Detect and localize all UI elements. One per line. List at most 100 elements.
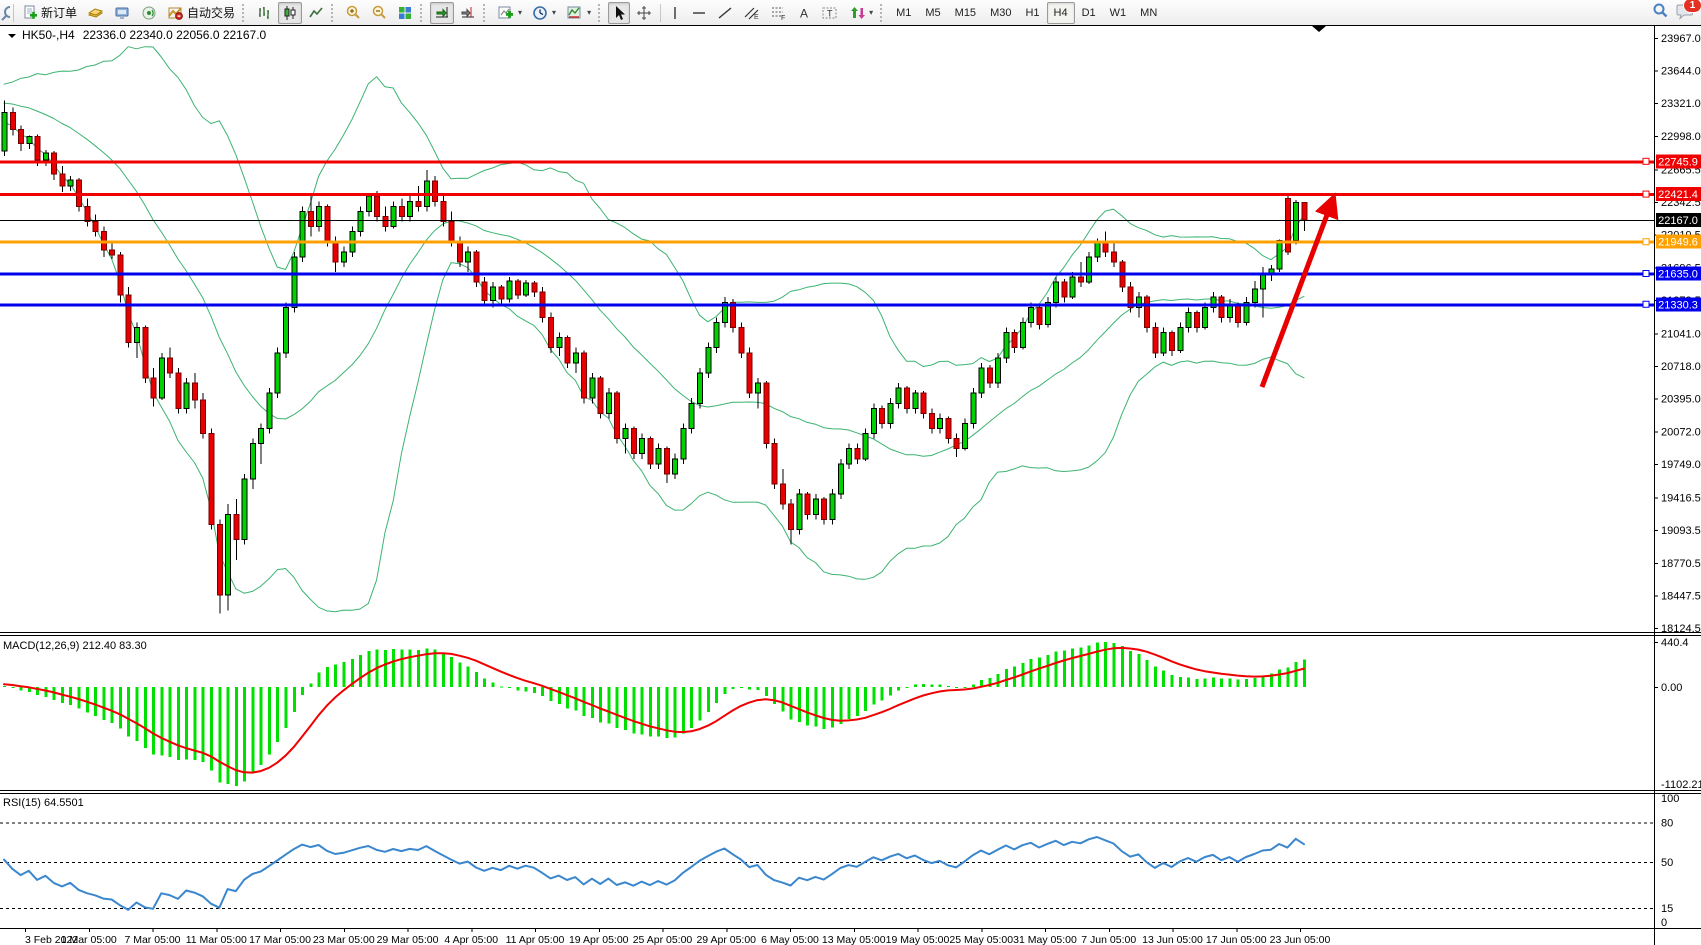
cursor-tool-button[interactable] [608,2,630,24]
timeframe-button-d1[interactable]: D1 [1075,2,1103,24]
rsi-axis-label: 0 [1661,917,1667,929]
svg-text:21330.3: 21330.3 [1658,299,1698,311]
timeframe-bar: M1M5M15M30H1H4D1W1MN [889,2,1164,24]
svg-text:F: F [781,15,785,21]
market-button[interactable] [83,2,108,24]
new-chart-icon[interactable] [0,5,10,21]
zoom-out-button[interactable] [367,2,391,24]
time-axis-label: 7 Mar 05:00 [124,934,180,945]
price-axis-label: 19749.0 [1661,459,1701,471]
autotrading-button[interactable]: 自动交易 [163,2,239,24]
hline-price-tag[interactable]: 22167.0 [1656,213,1701,227]
new-order-icon [22,5,38,21]
hline-price-tag[interactable]: 21949.6 [1656,235,1701,249]
hline-price-tag[interactable]: 21635.0 [1656,266,1701,280]
vertical-line-tool-button[interactable] [665,2,685,24]
auto-scroll-button[interactable] [430,2,454,24]
chart-shift-button[interactable] [456,2,480,24]
indicators-icon [497,5,514,21]
bar-chart-type-button[interactable] [252,2,276,24]
periods-button[interactable]: ▾ [528,2,560,24]
signals-button[interactable] [137,2,161,24]
bar-chart-icon [256,5,272,21]
crosshair-tool-button[interactable] [632,2,656,24]
candlestick-chart-icon [282,5,298,21]
time-axis-label: 1 Mar 05:00 [61,934,117,945]
rsi-label: RSI(15) 64.5501 [3,797,84,809]
hline-anchor[interactable] [1643,301,1649,307]
price-axis-label: 20072.0 [1661,426,1701,438]
channel-tool-button[interactable]: E [739,2,764,24]
hline-price-tag[interactable]: 22421.4 [1656,187,1701,201]
chart-title: HK50-,H422336.0 22340.0 22056.0 22167.0 [8,28,267,42]
line-chart-icon [308,5,324,21]
macd-label: MACD(12,26,9) 212.40 83.30 [3,640,147,652]
zoom-in-icon [345,5,361,21]
hline-anchor[interactable] [1643,239,1649,245]
chart-shift-marker[interactable] [1312,26,1326,32]
timeframe-button-m1[interactable]: M1 [889,2,918,24]
tile-windows-button[interactable] [393,2,417,24]
search-icon[interactable] [1651,2,1669,23]
chart-area[interactable]: 23967.023644.023321.022998.022665.522342… [0,25,1701,945]
price-axis-label: 21041.0 [1661,328,1701,340]
time-axis-label: 19 Apr 05:00 [569,934,629,945]
horizontal-line-tool-button[interactable] [687,2,711,24]
main-toolbar: 新订单 自动交易 [0,0,1701,26]
terminal-icon [114,5,131,21]
indicators-button[interactable]: ▾ [493,2,526,24]
trendline-tool-button[interactable] [713,2,737,24]
timeframe-button-m30[interactable]: M30 [983,2,1018,24]
price-axis-label: 23321.0 [1661,98,1701,110]
svg-text:22421.4: 22421.4 [1658,189,1698,201]
price-axis-label: 19093.5 [1661,525,1701,537]
hline-price-tag[interactable]: 22745.9 [1656,154,1701,168]
signals-icon [141,5,157,21]
svg-text:A: A [800,6,808,20]
timeframe-button-h1[interactable]: H1 [1018,2,1046,24]
notification-icon[interactable]: 1 [1675,2,1695,23]
templates-button[interactable]: ▾ [562,2,595,24]
hline-anchor[interactable] [1643,158,1649,164]
rsi-axis-label: 80 [1661,817,1673,829]
time-axis-label: 13 May 05:00 [822,934,886,945]
line-chart-type-button[interactable] [304,2,328,24]
time-axis-label: 11 Mar 05:00 [186,934,247,945]
terminal-button[interactable] [110,2,135,24]
candlestick-chart-type-button[interactable] [278,2,302,24]
zoom-out-icon [371,5,387,21]
timeframe-button-mn[interactable]: MN [1133,2,1164,24]
zoom-in-button[interactable] [341,2,365,24]
timeframe-button-w1[interactable]: W1 [1103,2,1134,24]
svg-text:T: T [827,8,833,18]
timeframe-button-m5[interactable]: M5 [918,2,947,24]
gold-book-icon [87,5,104,21]
new-order-button[interactable]: 新订单 [18,2,81,24]
svg-text:22167.0: 22167.0 [1658,215,1698,227]
vertical-line-icon [669,5,681,21]
hline-price-tag[interactable]: 21330.3 [1656,297,1701,311]
time-axis-label: 6 May 05:00 [761,934,819,945]
hline-anchor[interactable] [1643,270,1649,276]
text-label-tool-button[interactable]: T [817,2,843,24]
time-axis-label: 31 May 05:00 [1013,934,1077,945]
timeframe-button-h4[interactable]: H4 [1047,2,1075,24]
auto-scroll-icon [434,5,450,21]
fibonacci-tool-button[interactable]: F [766,2,791,24]
time-axis-label: 25 Apr 05:00 [633,934,693,945]
notification-badge: 1 [1683,0,1701,13]
rsi-axis-label: 15 [1661,903,1673,915]
hline-anchor[interactable] [1643,191,1649,197]
text-tool-button[interactable]: A [793,2,815,24]
autotrading-icon [167,5,184,21]
timeframe-button-m15[interactable]: M15 [948,2,983,24]
svg-text:21949.6: 21949.6 [1658,237,1698,249]
arrows-tool-button[interactable]: ▾ [845,2,877,24]
chevron-down-icon: ▾ [552,8,556,17]
macd-axis-min: -1102.21 [1661,779,1701,791]
price-axis-label: 18124.5 [1661,623,1701,635]
cursor-icon [612,5,626,21]
macd-axis-zero: 0.00 [1661,682,1682,694]
price-axis-label: 20395.0 [1661,394,1701,406]
time-axis-label: 23 Jun 05:00 [1270,934,1331,945]
